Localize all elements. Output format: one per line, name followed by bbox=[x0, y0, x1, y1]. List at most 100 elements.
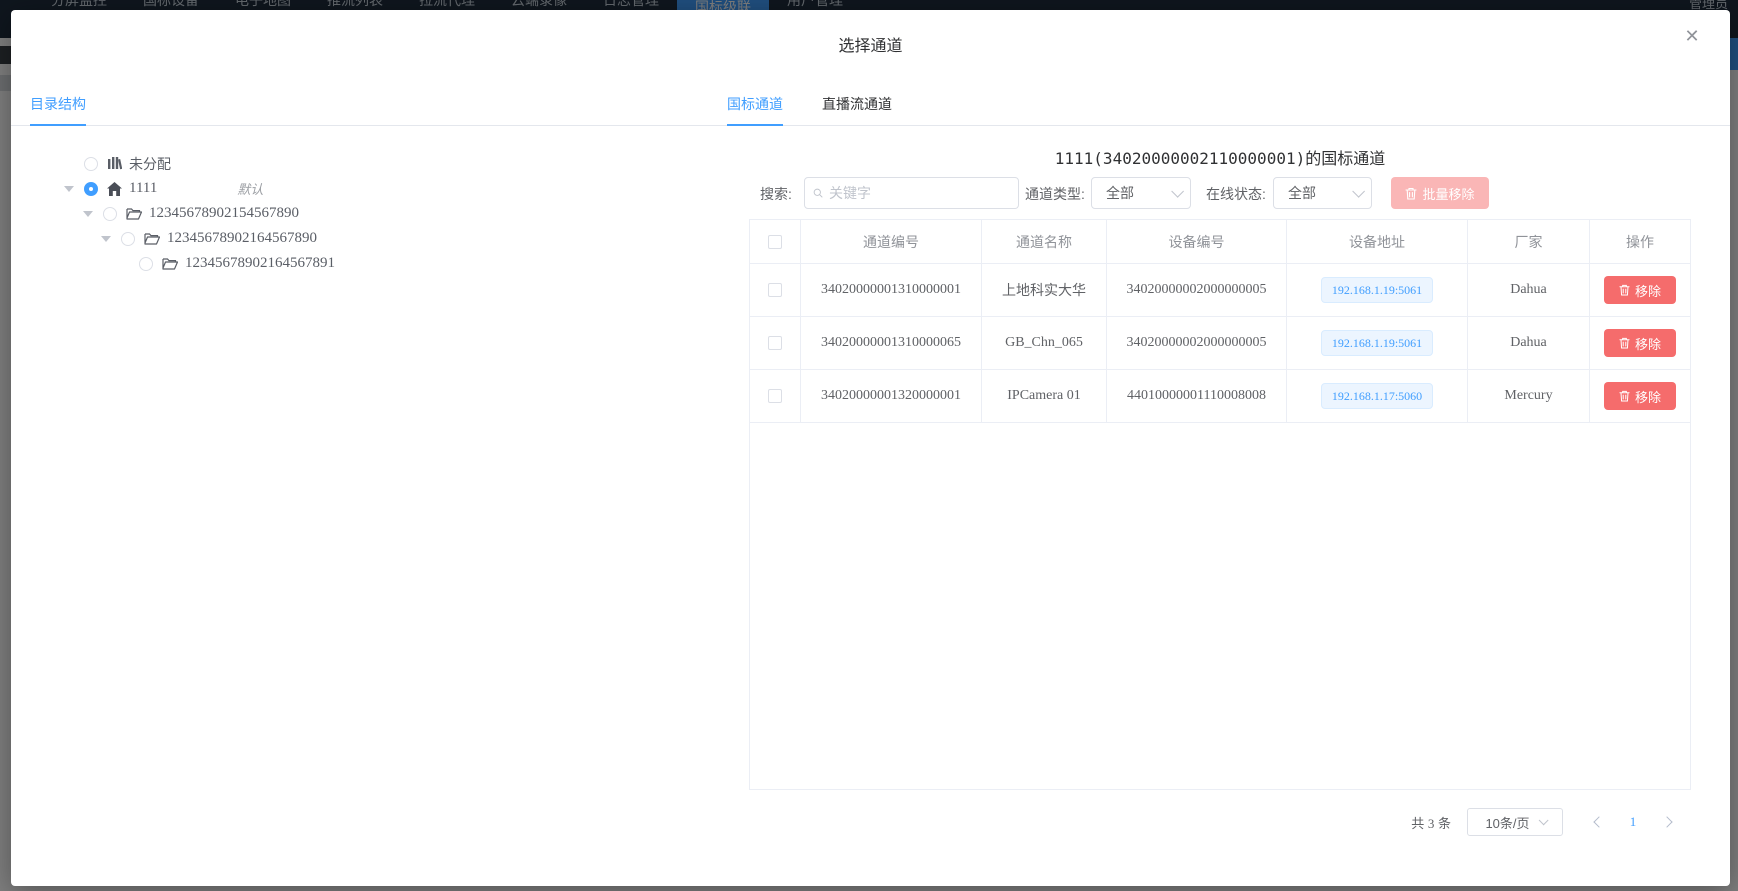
radio-folder-2[interactable] bbox=[121, 232, 135, 246]
library-icon bbox=[107, 156, 122, 171]
cell-vendor: Dahua bbox=[1468, 264, 1590, 317]
remove-button[interactable]: 移除 bbox=[1604, 382, 1676, 410]
radio-1111-checked[interactable] bbox=[84, 182, 98, 196]
folder-icon bbox=[144, 232, 160, 245]
tab-label: 直播流通道 bbox=[822, 96, 892, 112]
tree-node-folder-1[interactable]: 12345678902154567890 bbox=[83, 201, 671, 226]
tree-node-label: 1111 bbox=[129, 180, 157, 197]
search-icon bbox=[813, 186, 823, 200]
channel-type-select[interactable]: 全部 bbox=[1091, 177, 1191, 209]
cell-channel-id: 34020000001320000001 bbox=[801, 370, 982, 423]
prev-page-button[interactable] bbox=[1585, 808, 1613, 836]
tab-label: 目录结构 bbox=[30, 96, 86, 112]
page-size-value: 10条/页 bbox=[1485, 813, 1529, 832]
radio-folder-1[interactable] bbox=[103, 207, 117, 221]
chevron-down-icon bbox=[1171, 185, 1184, 198]
cell-channel-id: 34020000001310000065 bbox=[801, 317, 982, 370]
select-channel-dialog: 选择通道 ✕ 目录结构 国标通道 直播流通道 bbox=[11, 10, 1730, 886]
tree-node-folder-2[interactable]: 12345678902164567890 bbox=[101, 226, 671, 251]
dialog-tabbar: 目录结构 国标通道 直播流通道 bbox=[11, 88, 1730, 126]
remove-label: 移除 bbox=[1635, 334, 1661, 353]
cell-channel-name: 上地科实大华 bbox=[982, 264, 1107, 317]
search-input[interactable] bbox=[829, 185, 1010, 201]
total-count-text: 共 3 条 bbox=[1411, 813, 1451, 832]
cell-channel-name: IPCamera 01 bbox=[982, 370, 1107, 423]
remove-button[interactable]: 移除 bbox=[1604, 276, 1676, 304]
trash-icon bbox=[1405, 187, 1417, 200]
cell-vendor: Mercury bbox=[1468, 370, 1590, 423]
table-row: 34020000001310000001 上地科实大华 340200000020… bbox=[750, 264, 1690, 317]
select-value: 全部 bbox=[1288, 183, 1352, 203]
cell-vendor: Dahua bbox=[1468, 317, 1590, 370]
cell-channel-name: GB_Chn_065 bbox=[982, 317, 1107, 370]
row-checkbox[interactable] bbox=[768, 336, 782, 350]
close-icon[interactable]: ✕ bbox=[1682, 26, 1702, 46]
home-icon bbox=[107, 182, 122, 196]
header-device-id: 设备编号 bbox=[1107, 220, 1287, 264]
tab-active-underline bbox=[30, 124, 86, 126]
filter-bar: 搜索: 通道类型: 全部 在线状态: 全部 批量移除 bbox=[749, 177, 1691, 209]
cell-channel-id: 34020000001310000001 bbox=[801, 264, 982, 317]
batch-remove-button[interactable]: 批量移除 bbox=[1391, 177, 1489, 209]
header-vendor: 厂家 bbox=[1468, 220, 1590, 264]
tab-gb-channel[interactable]: 国标通道 bbox=[727, 87, 783, 125]
header-device-address: 设备地址 bbox=[1287, 220, 1468, 264]
tree-node-label: 12345678902154567890 bbox=[149, 205, 299, 222]
caret-down-icon[interactable] bbox=[101, 236, 121, 242]
tab-active-underline bbox=[727, 124, 783, 126]
trash-icon bbox=[1619, 337, 1630, 349]
remove-label: 移除 bbox=[1635, 281, 1661, 300]
remove-label: 移除 bbox=[1635, 387, 1661, 406]
select-value: 全部 bbox=[1106, 183, 1171, 203]
search-input-wrapper bbox=[804, 177, 1019, 209]
tree-node-1111[interactable]: 1111 默认 bbox=[64, 176, 671, 201]
tab-label: 国标通道 bbox=[727, 96, 783, 112]
header-actions: 操作 bbox=[1590, 220, 1690, 264]
chevron-left-icon bbox=[1593, 816, 1604, 827]
online-status-label: 在线状态: bbox=[1206, 184, 1266, 204]
page-size-select[interactable]: 10条/页 bbox=[1467, 808, 1563, 836]
device-address-tag: 192.168.1.19:5061 bbox=[1321, 277, 1433, 303]
trash-icon bbox=[1619, 284, 1630, 296]
directory-tree: 未分配 1111 默认 12345678902154567890 bbox=[11, 151, 671, 276]
tree-node-folder-3[interactable]: 12345678902164567891 bbox=[119, 251, 671, 276]
tree-node-unassigned[interactable]: 未分配 bbox=[64, 151, 671, 176]
trash-icon bbox=[1619, 390, 1630, 402]
search-label: 搜索: bbox=[760, 184, 792, 204]
remove-button[interactable]: 移除 bbox=[1604, 329, 1676, 357]
row-checkbox[interactable] bbox=[768, 283, 782, 297]
pagination: 共 3 条 10条/页 1 bbox=[749, 808, 1691, 836]
radio-folder-3[interactable] bbox=[139, 257, 153, 271]
channel-list-heading: 1111(34020000002110000001)的国标通道 bbox=[749, 145, 1691, 169]
header-channel-name: 通道名称 bbox=[982, 220, 1107, 264]
total-count-number: 3 bbox=[1428, 816, 1435, 831]
table-header-row: 通道编号 通道名称 设备编号 设备地址 厂家 操作 bbox=[750, 220, 1690, 264]
page-number-1[interactable]: 1 bbox=[1619, 808, 1647, 836]
select-all-checkbox[interactable] bbox=[768, 235, 782, 249]
next-page-button[interactable] bbox=[1653, 808, 1681, 836]
dialog-title: 选择通道 bbox=[11, 32, 1730, 56]
chevron-down-icon bbox=[1538, 815, 1548, 825]
row-checkbox[interactable] bbox=[768, 389, 782, 403]
radio-unassigned[interactable] bbox=[84, 157, 98, 171]
table-row: 34020000001320000001 IPCamera 01 4401000… bbox=[750, 370, 1690, 423]
tab-directory-structure[interactable]: 目录结构 bbox=[30, 87, 86, 125]
channel-type-label: 通道类型: bbox=[1025, 184, 1085, 204]
tree-node-label: 未分配 bbox=[129, 154, 171, 174]
device-address-tag: 192.168.1.17:5060 bbox=[1321, 383, 1433, 409]
table-row: 34020000001310000065 GB_Chn_065 34020000… bbox=[750, 317, 1690, 370]
tree-node-label: 12345678902164567891 bbox=[185, 255, 335, 272]
folder-icon bbox=[162, 257, 178, 270]
folder-icon bbox=[126, 207, 142, 220]
default-badge: 默认 bbox=[237, 179, 263, 198]
chevron-right-icon bbox=[1661, 816, 1672, 827]
chevron-down-icon bbox=[1352, 185, 1365, 198]
header-channel-id: 通道编号 bbox=[801, 220, 982, 264]
device-address-tag: 192.168.1.19:5061 bbox=[1321, 330, 1433, 356]
channel-table: 通道编号 通道名称 设备编号 设备地址 厂家 操作 34020000001310… bbox=[749, 219, 1691, 790]
caret-down-icon[interactable] bbox=[64, 186, 84, 192]
caret-down-icon[interactable] bbox=[83, 211, 103, 217]
online-status-select[interactable]: 全部 bbox=[1273, 177, 1372, 209]
page-root: 分屏监控 国标设备 电子地图 推流列表 拉流代理 云端录像 日志管理 国标级联 … bbox=[0, 0, 1738, 891]
tab-stream-channel[interactable]: 直播流通道 bbox=[822, 87, 892, 125]
